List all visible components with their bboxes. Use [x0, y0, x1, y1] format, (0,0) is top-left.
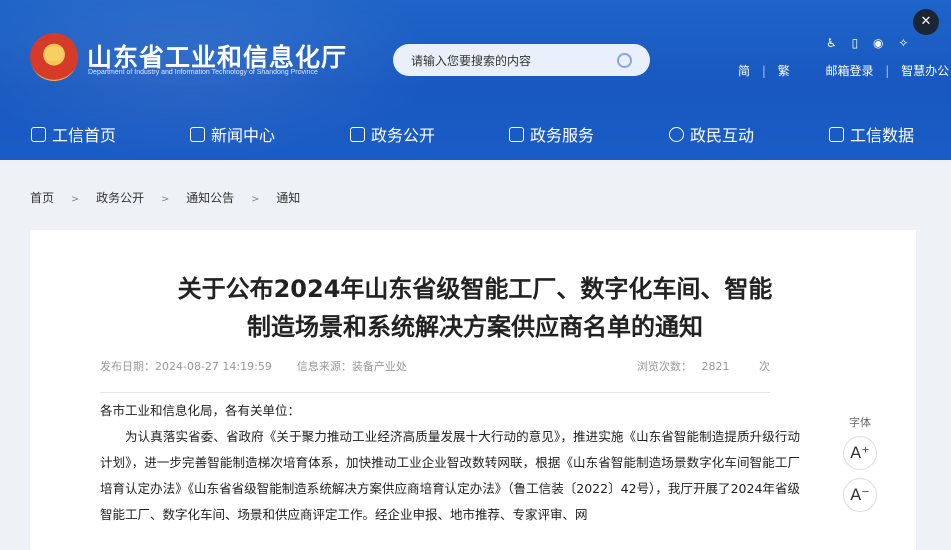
- nav-item-data[interactable]: 工信数据: [829, 122, 914, 146]
- breadcrumb-notices[interactable]: 通知公告: [186, 189, 234, 206]
- article-title: 关于公布2024年山东省级智能工厂、数字化车间、智能 制造场景和系统解决方案供应…: [177, 275, 773, 341]
- mobile-icon[interactable]: ▯: [852, 36, 859, 50]
- source: 装备产业处: [351, 360, 407, 373]
- article-card: 关于公布2024年山东省级智能工厂、数字化车间、智能 制造场景和系统解决方案供应…: [30, 230, 916, 550]
- search-input[interactable]: [409, 51, 613, 71]
- views: 浏览次数： 2821 次: [637, 360, 770, 373]
- publish-label: 发布日期：: [100, 360, 155, 373]
- email-login-link[interactable]: 邮箱登录: [825, 62, 873, 79]
- breadcrumb-separator-icon: >: [70, 194, 80, 205]
- site-name-en: Department of Industry and Information T…: [88, 69, 318, 76]
- article-body: 各市工业和信息化局，各有关单位： 为认真落实省委、省政府《关于聚力推动工业经济高…: [100, 398, 800, 528]
- wechat-icon[interactable]: ◉: [873, 36, 883, 50]
- nav-item-services[interactable]: 政务服务: [509, 122, 594, 146]
- site-header: 山东省工业和信息化厅 Department of Industry and In…: [0, 0, 951, 160]
- close-icon[interactable]: ✕: [913, 9, 939, 35]
- nav-item-open-government[interactable]: 政务公开: [350, 122, 435, 146]
- breadcrumb-home[interactable]: 首页: [30, 189, 54, 206]
- publish-date: 2024-08-27 14:19:59: [155, 360, 272, 373]
- traditional-link[interactable]: 繁: [778, 62, 790, 79]
- nav-item-interaction[interactable]: 政民互动: [669, 122, 754, 146]
- font-increase-button[interactable]: A⁺: [843, 436, 877, 470]
- simplified-link[interactable]: 简: [738, 62, 750, 79]
- accessibility-icon[interactable]: ♿: [826, 36, 837, 50]
- breadcrumb: 首页 > 政务公开 > 通知公告 > 通知: [30, 189, 300, 206]
- monitor-icon: [350, 126, 365, 142]
- divider: |: [761, 64, 766, 78]
- home-icon: [31, 126, 46, 142]
- main-nav: 工信首页 新闻中心 政务公开 政务服务 政民互动 工信数据: [0, 108, 951, 160]
- greeting: 各市工业和信息化局，各有关单位：: [100, 403, 301, 418]
- smart-office-link[interactable]: 智慧办公: [901, 62, 949, 79]
- breadcrumb-separator-icon: >: [250, 194, 260, 205]
- chat-icon: [669, 126, 684, 142]
- service-icon: [509, 126, 524, 142]
- font-decrease-button[interactable]: A⁻: [843, 478, 877, 512]
- breadcrumb-separator-icon: >: [160, 194, 170, 205]
- search-icon[interactable]: [617, 53, 632, 68]
- tool-icons: ♿ ▯ ◉ ✧: [826, 36, 919, 50]
- paragraph: 为认真落实省委、省政府《关于聚力推动工业经济高质量发展十大行动的意见》，推进实施…: [100, 429, 800, 522]
- source-label: 信息来源：: [296, 360, 352, 373]
- views-count: 2821: [701, 360, 730, 373]
- breadcrumb-notice[interactable]: 通知: [276, 189, 300, 206]
- news-icon: [190, 126, 205, 142]
- font-size-tool: 字体 A⁺ A⁻: [840, 414, 880, 520]
- nav-item-news[interactable]: 新闻中心: [190, 122, 275, 146]
- divider: |: [885, 64, 890, 78]
- national-emblem-icon: [30, 33, 78, 81]
- search-box: [393, 44, 650, 76]
- article-meta: 发布日期：2024-08-27 14:19:59 信息来源：装备产业处 浏览次数…: [100, 358, 770, 374]
- divider: [100, 392, 770, 393]
- header-links: 简 | 繁 | 邮箱登录 | 智慧办公: [738, 62, 949, 79]
- breadcrumb-open-government[interactable]: 政务公开: [96, 189, 144, 206]
- font-label: 字体: [849, 416, 871, 429]
- database-icon: [829, 126, 844, 142]
- weibo-icon[interactable]: ✧: [898, 36, 908, 50]
- nav-item-home[interactable]: 工信首页: [31, 122, 116, 146]
